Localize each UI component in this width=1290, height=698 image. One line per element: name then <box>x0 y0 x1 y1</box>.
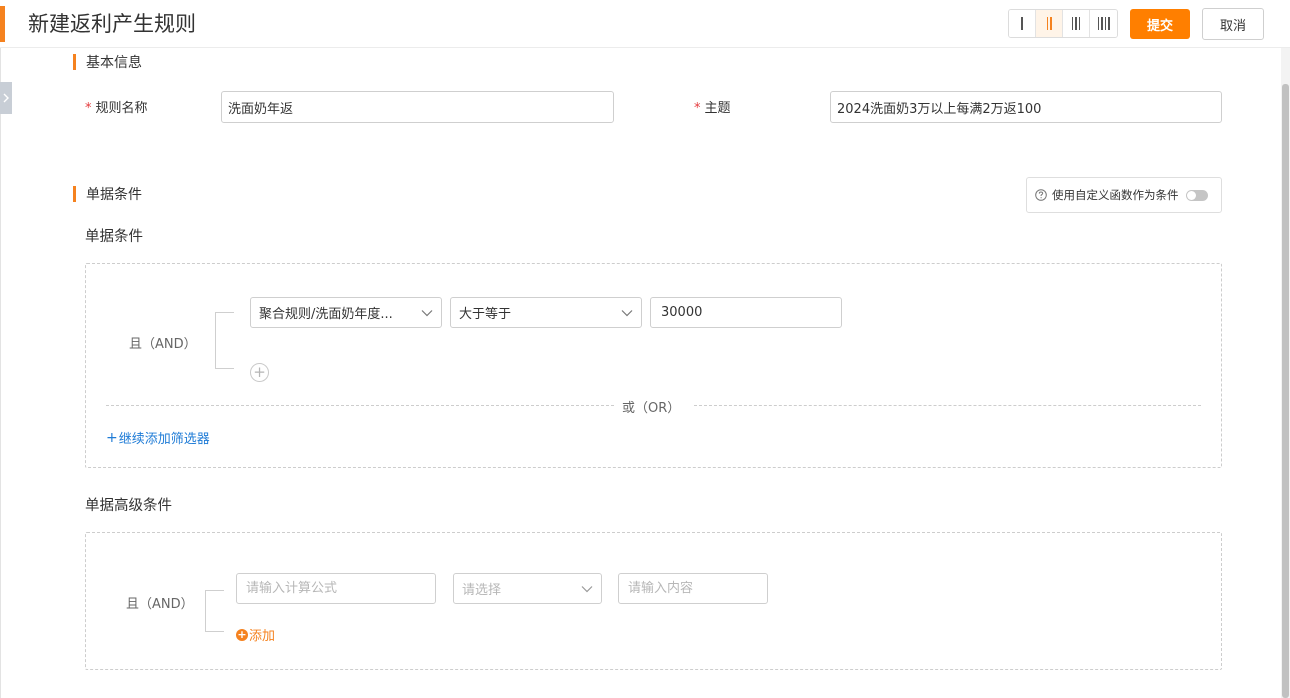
custom-function-label: 使用自定义函数作为条件 <box>1052 188 1179 202</box>
plus-icon: + <box>106 429 118 446</box>
header-accent-bar <box>0 6 5 42</box>
doc-conditions-section-title: 单据条件 <box>73 186 142 203</box>
submit-button[interactable]: 提交 <box>1130 9 1190 39</box>
section-accent-bar <box>73 54 76 70</box>
required-asterisk: * <box>694 101 701 116</box>
rule-name-label: * 规则名称 <box>85 101 148 116</box>
four-column-icon[interactable] <box>1090 10 1117 37</box>
operator-select[interactable]: 大于等于 <box>450 297 642 328</box>
custom-function-switch-box: 使用自定义函数作为条件 <box>1026 177 1222 213</box>
advanced-operator-select[interactable]: 请选择 <box>453 573 602 604</box>
content-input[interactable] <box>618 573 768 604</box>
basic-info-section-title: 基本信息 <box>73 54 142 71</box>
or-divider-right <box>694 405 1201 406</box>
plus-circle-icon: + <box>236 627 248 641</box>
topic-label: * 主题 <box>694 101 731 116</box>
topic-input[interactable] <box>830 91 1222 123</box>
add-filter-link[interactable]: + 继续添加筛选器 <box>106 428 210 448</box>
advanced-conditions-subtitle: 单据高级条件 <box>85 498 172 514</box>
field-select[interactable]: 聚合规则/洗面奶年度... <box>250 297 442 328</box>
scrollbar-thumb[interactable] <box>1282 84 1289 698</box>
page-header: 新建返利产生规则 提交 取消 <box>0 0 1290 48</box>
three-column-icon[interactable] <box>1063 10 1090 37</box>
or-divider-left <box>106 405 614 406</box>
doc-conditions-subtitle: 单据条件 <box>85 229 143 245</box>
one-column-icon[interactable] <box>1009 10 1036 37</box>
custom-function-toggle[interactable] <box>1185 189 1208 201</box>
or-label: 或（OR） <box>614 397 689 416</box>
question-circle-icon <box>1035 189 1047 201</box>
chevron-down-icon <box>421 309 433 316</box>
condition-bracket <box>215 312 234 369</box>
add-advanced-condition-link[interactable]: + 添加 <box>236 625 275 644</box>
chevron-right-icon <box>3 93 9 103</box>
column-layout-switcher <box>1008 9 1118 38</box>
condition-value-input[interactable] <box>650 297 842 328</box>
two-column-icon[interactable] <box>1036 10 1063 37</box>
rule-name-input[interactable] <box>221 91 614 123</box>
advanced-condition-bracket <box>205 590 224 632</box>
chevron-down-icon <box>621 309 633 316</box>
and-label: 且（AND） <box>129 337 197 352</box>
page-title: 新建返利产生规则 <box>28 12 196 36</box>
cancel-button[interactable]: 取消 <box>1202 8 1264 40</box>
required-asterisk: * <box>85 101 92 116</box>
sidebar-expand-toggle[interactable] <box>0 82 12 114</box>
chevron-down-icon <box>581 585 593 592</box>
section-accent-bar <box>73 186 76 202</box>
formula-input[interactable] <box>236 573 436 604</box>
add-condition-plus-icon[interactable]: + <box>250 363 269 382</box>
advanced-and-label: 且（AND） <box>126 597 194 612</box>
